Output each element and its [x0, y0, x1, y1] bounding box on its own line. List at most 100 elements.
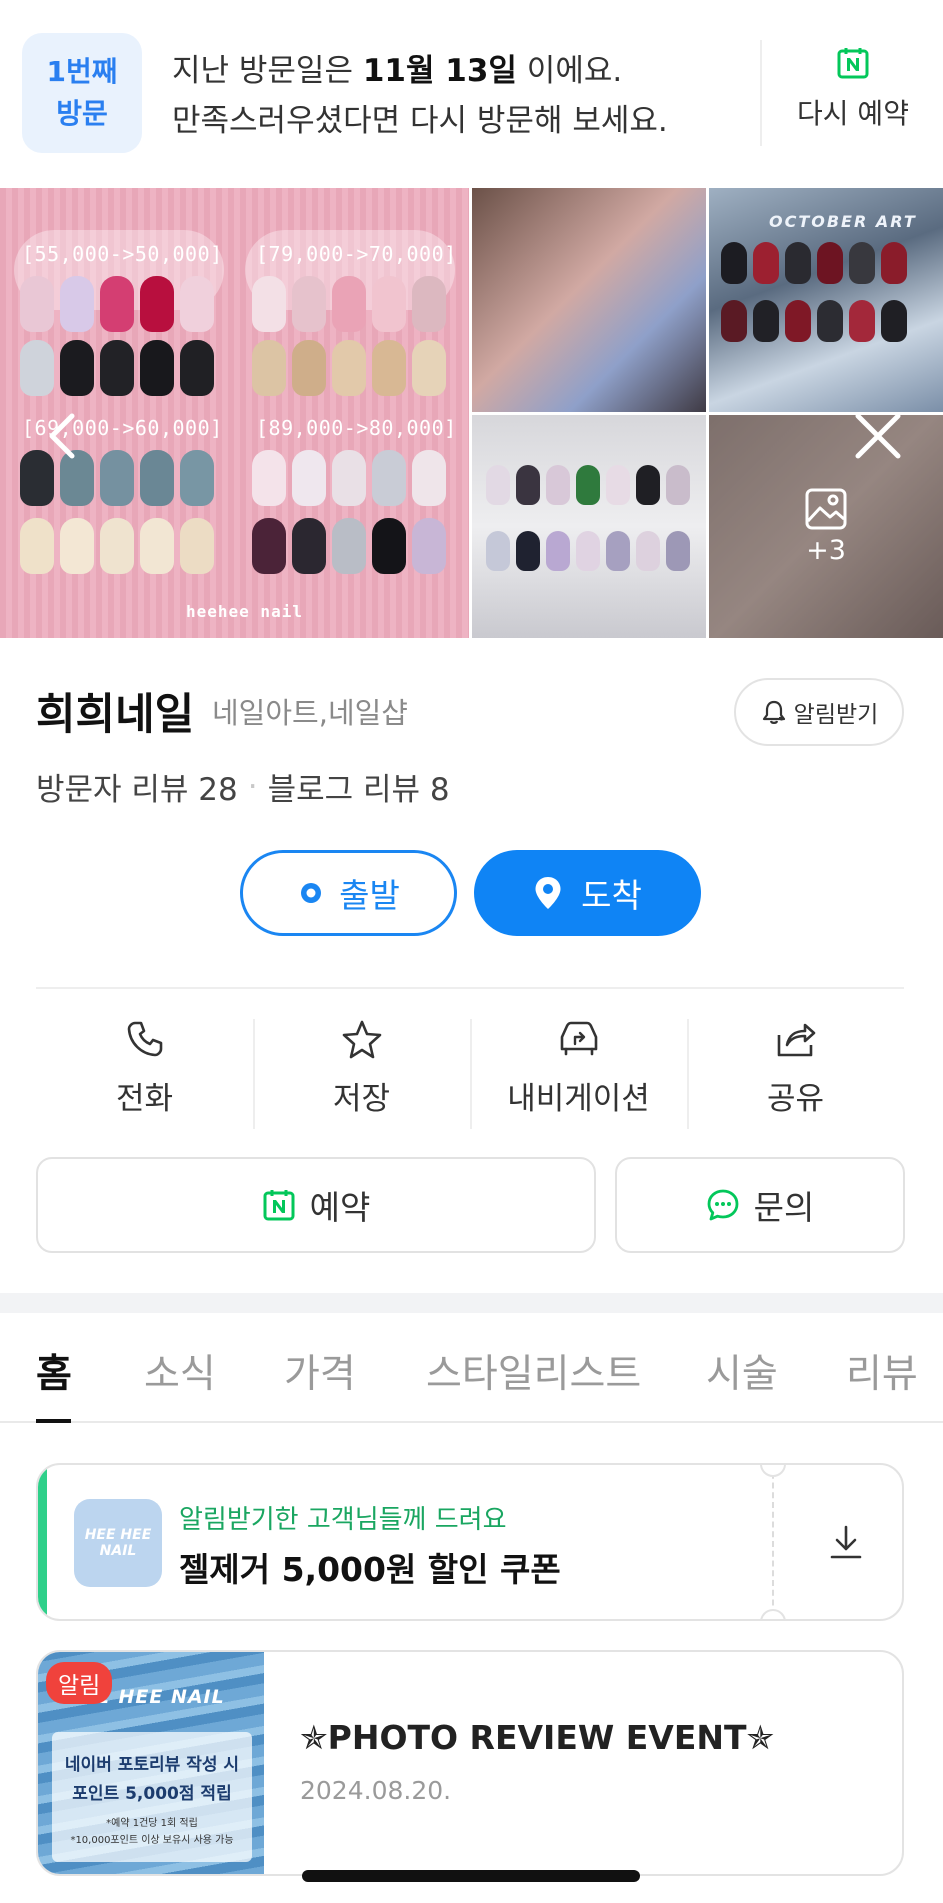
- arrive-button[interactable]: 도착: [474, 850, 701, 936]
- photo-thumbnail[interactable]: [472, 415, 706, 638]
- navigation-label: 내비게이션: [507, 1081, 650, 1117]
- nail-set: [252, 276, 446, 332]
- nail-set: [721, 300, 907, 342]
- inquiry-label: 문의: [753, 1188, 815, 1227]
- visitor-review-link[interactable]: 방문자 리뷰 28: [36, 764, 238, 809]
- news-title: ✯PHOTO REVIEW EVENT✯: [300, 1718, 775, 1757]
- divider: [760, 40, 762, 146]
- star-icon: [342, 1020, 381, 1059]
- tab-review[interactable]: 리뷰: [846, 1343, 918, 1399]
- thumbnail-line: 네이버 포토리뷰 작성 시: [64, 1755, 240, 1775]
- photo-thumbnail[interactable]: [472, 188, 706, 412]
- section-divider: [0, 1293, 943, 1313]
- visit-banner: 1번째 방문 지난 방문일은 11월 13일 이에요. 만족스러우셨다면 다시 …: [0, 0, 943, 188]
- share-button[interactable]: 공유: [687, 1015, 904, 1135]
- naver-booking-icon: [837, 48, 869, 79]
- place-category: 네일아트,네일샵: [212, 696, 408, 730]
- visit-count-label: 1번째: [46, 55, 118, 88]
- save-button[interactable]: 저장: [253, 1015, 470, 1135]
- nail-set: [20, 340, 214, 396]
- chat-bubble-icon: [707, 1189, 739, 1221]
- back-arrow-icon[interactable]: [38, 410, 90, 462]
- coupon-notch: [760, 1465, 786, 1477]
- home-indicator: [302, 1870, 640, 1882]
- nail-set: [20, 276, 214, 332]
- reserve-label: 예약: [309, 1188, 371, 1227]
- rebook-button[interactable]: 다시 예약: [778, 46, 928, 132]
- nail-set: [486, 531, 690, 571]
- tab-treatment[interactable]: 시술: [706, 1343, 778, 1399]
- nail-set: [252, 340, 446, 396]
- thumbnail-line: 포인트 5,000점 적립: [72, 1784, 232, 1804]
- visit-count-badge: 1번째 방문: [22, 33, 142, 153]
- news-card[interactable]: HEE HEE NAIL 네이버 포토리뷰 작성 시 포인트 5,000점 적립…: [36, 1650, 904, 1876]
- review-summary: 방문자 리뷰 28 · 블로그 리뷰 8: [36, 764, 450, 809]
- visit-message-line1: 지난 방문일은 11월 13일 이에요.: [172, 46, 668, 96]
- tab-bar: 홈 소식 가격 스타일리스트 시술 리뷰: [0, 1313, 943, 1423]
- tab-stylist[interactable]: 스타일리스트: [426, 1343, 641, 1399]
- coupon-subtitle: 알림받기한 고객님들께 드려요: [179, 1505, 507, 1535]
- notification-label: 알림받기: [793, 702, 879, 728]
- more-photos-count: +3: [806, 535, 846, 566]
- bell-icon: [762, 700, 785, 724]
- active-tab-indicator: [36, 1419, 71, 1423]
- blog-review-link[interactable]: 블로그 리뷰 8: [268, 764, 450, 809]
- news-thumbnail: HEE HEE NAIL 네이버 포토리뷰 작성 시 포인트 5,000점 적립…: [38, 1652, 264, 1874]
- quick-actions: 전화 저장 내비게이션 공유: [36, 1015, 904, 1135]
- shop-logo: HEE HEE NAIL: [74, 1499, 162, 1587]
- photo-gallery: [55,000->50,000] [79,000->70,000] [69,00…: [0, 188, 943, 638]
- download-icon[interactable]: [824, 1521, 868, 1565]
- divider: [36, 987, 904, 989]
- image-icon: [805, 488, 847, 530]
- nail-set: [721, 242, 907, 284]
- arrive-label: 도착: [581, 876, 642, 915]
- tab-news[interactable]: 소식: [144, 1343, 216, 1399]
- nail-set: [20, 518, 214, 574]
- last-visit-date: 11월 13일: [362, 53, 517, 89]
- visit-message: 지난 방문일은 11월 13일 이에요. 만족스러우셨다면 다시 방문해 보세요…: [172, 46, 668, 146]
- nail-set: [252, 518, 446, 574]
- price-label: [55,000->50,000]: [22, 242, 223, 266]
- location-pin-icon: [535, 877, 561, 909]
- depart-button[interactable]: 출발: [240, 850, 457, 936]
- photo-thumbnail[interactable]: OCTOBER ART: [709, 188, 943, 412]
- visit-count-unit: 방문: [56, 97, 108, 130]
- tab-price[interactable]: 가격: [284, 1343, 356, 1399]
- phone-icon: [127, 1021, 162, 1057]
- close-icon[interactable]: [852, 410, 904, 462]
- notification-button[interactable]: 알림받기: [734, 678, 904, 746]
- coupon-accent-bar: [38, 1465, 47, 1619]
- visit-message-prefix: 지난 방문일은: [172, 53, 363, 89]
- visit-message-suffix: 이에요.: [516, 53, 623, 89]
- photo-more[interactable]: +3: [709, 415, 943, 638]
- share-label: 공유: [766, 1081, 825, 1117]
- place-name: 희희네일: [36, 690, 195, 740]
- news-date: 2024.08.20.: [300, 1776, 452, 1805]
- photo-caption: OCTOBER ART: [769, 212, 917, 231]
- share-icon: [777, 1023, 815, 1057]
- coupon-card[interactable]: HEE HEE NAIL 알림받기한 고객님들께 드려요 젤제거 5,000원 …: [36, 1463, 904, 1621]
- call-label: 전화: [115, 1081, 174, 1117]
- navigation-button[interactable]: 내비게이션: [470, 1015, 687, 1135]
- tab-home[interactable]: 홈: [36, 1343, 72, 1399]
- thumbnail-line: *예약 1건당 1회 적립: [106, 1818, 198, 1829]
- thumbnail-notice: 네이버 포토리뷰 작성 시 포인트 5,000점 적립 *예약 1건당 1회 적…: [52, 1732, 252, 1862]
- rebook-label: 다시 예약: [797, 97, 909, 130]
- reserve-button[interactable]: 예약: [36, 1157, 596, 1253]
- notice-badge: 알림: [46, 1662, 113, 1704]
- coupon-title: 젤제거 5,000원 할인 쿠폰: [179, 1550, 561, 1589]
- watermark: heehee nail: [186, 602, 303, 621]
- origin-dot-icon: [301, 883, 322, 903]
- price-label: [89,000->80,000]: [256, 416, 457, 440]
- more-photos-overlay: +3: [709, 415, 943, 638]
- thumbnail-line: *10,000포인트 이상 보유시 사용 가능: [70, 1835, 234, 1846]
- visit-message-line2: 만족스러우셨다면 다시 방문해 보세요.: [172, 103, 668, 139]
- call-button[interactable]: 전화: [36, 1015, 253, 1135]
- nail-set: [252, 450, 446, 506]
- nail-set: [486, 465, 690, 505]
- inquiry-button[interactable]: 문의: [615, 1157, 905, 1253]
- depart-label: 출발: [339, 876, 400, 915]
- coupon-notch: [760, 1609, 786, 1619]
- coupon-perforation: [772, 1465, 774, 1619]
- price-label: [79,000->70,000]: [256, 242, 457, 266]
